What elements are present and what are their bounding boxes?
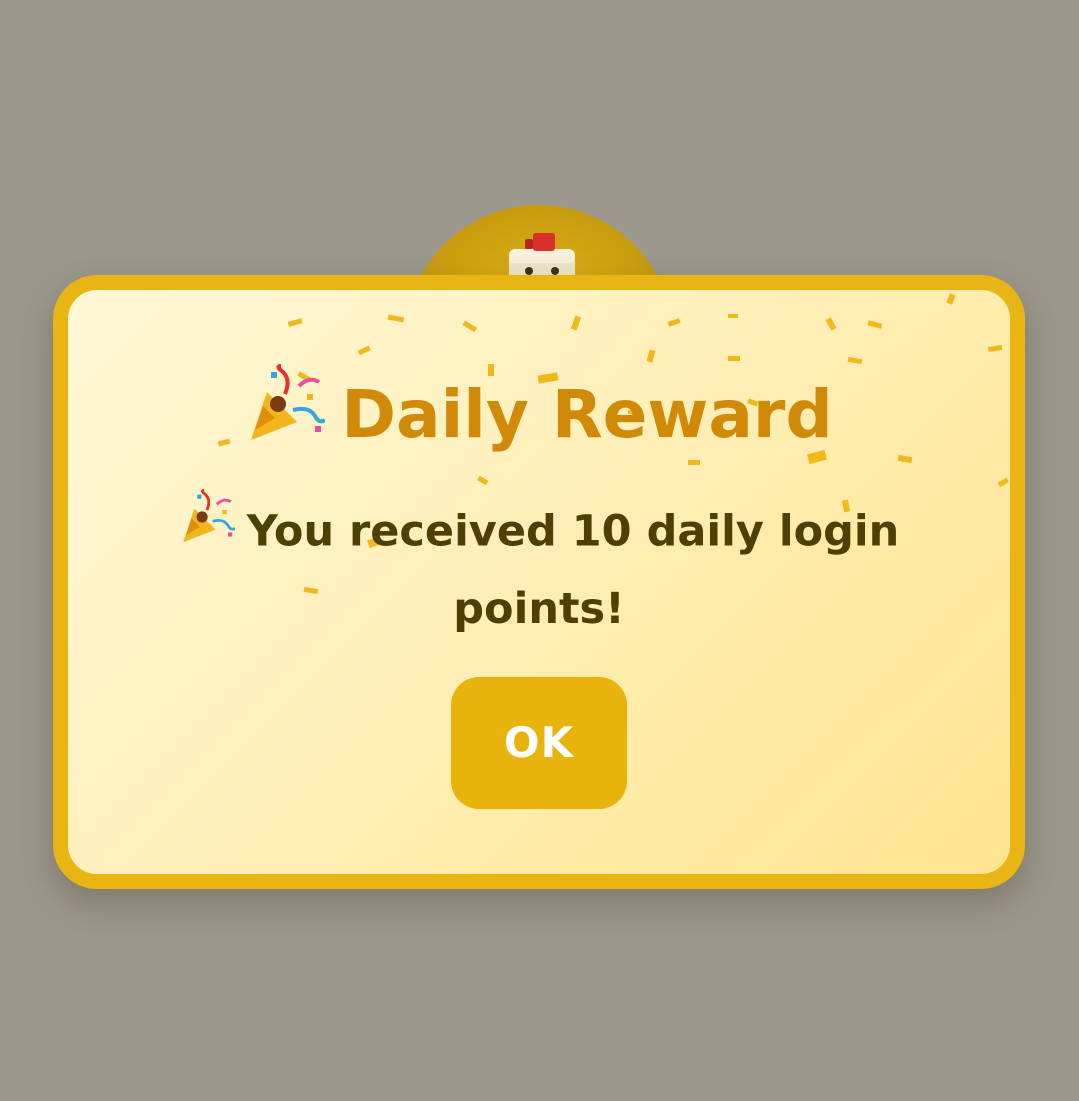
party-popper-icon	[179, 489, 236, 567]
ok-button[interactable]: OK	[451, 677, 627, 809]
reward-message-text: You received 10 daily login points!	[246, 506, 900, 635]
party-popper-icon	[245, 364, 327, 462]
dialog-title: Daily Reward	[68, 364, 1010, 468]
dialog-title-text: Daily Reward	[341, 376, 833, 454]
reward-message: You received 10 daily login points!	[178, 489, 900, 645]
daily-reward-dialog: Daily Reward You received 10 daily login…	[53, 275, 1025, 889]
